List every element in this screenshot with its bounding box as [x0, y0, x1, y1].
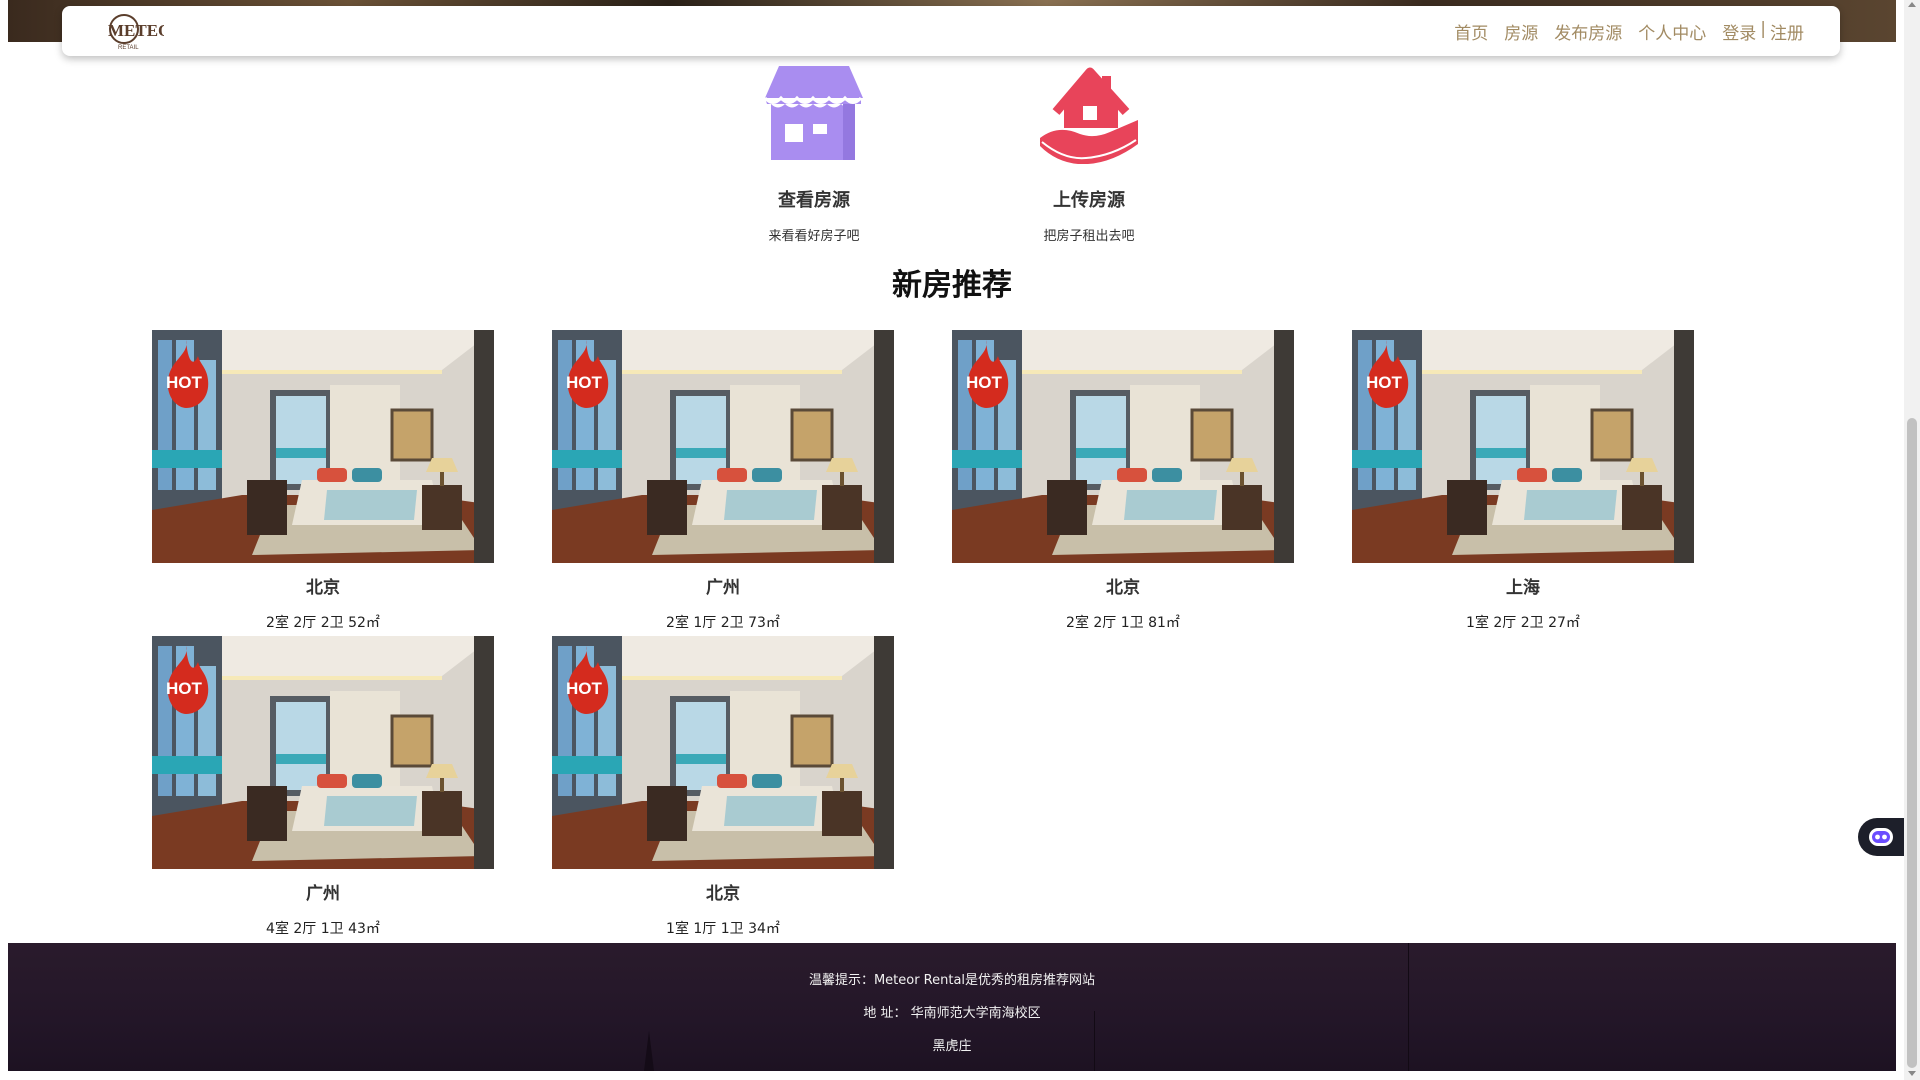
- site-logo[interactable]: METEOR RETAIL: [104, 8, 168, 54]
- house-city: 北京: [706, 884, 740, 904]
- top-navbar: METEOR RETAIL 首页 房源 发布房源 个人中心 登录 | 注册: [62, 6, 1840, 56]
- house-city: 北京: [1106, 578, 1140, 598]
- house-city: 北京: [306, 578, 340, 598]
- house-card[interactable]: HOT 北京 2室 2厅 1卫 81㎡: [952, 330, 1294, 632]
- house-layout: 1室 2厅 2卫 27㎡: [1466, 615, 1580, 631]
- house-photo[interactable]: HOT: [1352, 330, 1694, 563]
- footer-address: 地 址： 华南师范大学南海校区: [863, 1006, 1041, 1021]
- house-city: 广州: [306, 884, 340, 904]
- hot-fire-icon: HOT: [566, 646, 609, 714]
- nav-home[interactable]: 首页: [1454, 19, 1488, 44]
- house-card[interactable]: HOT 广州 4室 2厅 1卫 43㎡: [152, 636, 494, 938]
- hot-badge-label: HOT: [166, 679, 203, 698]
- house-photo[interactable]: HOT: [952, 330, 1294, 563]
- hot-badge-label: HOT: [166, 373, 203, 392]
- svg-text:METEOR: METEOR: [108, 21, 164, 40]
- house-photo[interactable]: HOT: [552, 330, 894, 563]
- hot-fire-icon: HOT: [1366, 340, 1409, 408]
- house-photo[interactable]: HOT: [152, 636, 494, 869]
- feature-upload-listing[interactable]: 上传房源 把房子租出去吧: [989, 64, 1189, 244]
- hot-fire-icon: HOT: [166, 340, 209, 408]
- site-footer: 温馨提示：Meteor Rental是优秀的租房推荐网站 地 址： 华南师范大学…: [8, 943, 1896, 1071]
- chat-assistant-button[interactable]: [1858, 818, 1904, 856]
- nav-login[interactable]: 登录: [1722, 19, 1756, 44]
- hot-badge-label: HOT: [966, 373, 1003, 392]
- house-card[interactable]: HOT 广州 2室 1厅 2卫 73㎡: [552, 330, 894, 632]
- hot-badge-label: HOT: [1366, 373, 1403, 392]
- feature-view-subtitle: 来看看好房子吧: [768, 229, 860, 244]
- house-in-hand-icon: [1040, 67, 1138, 164]
- page: METEOR RETAIL 首页 房源 发布房源 个人中心 登录 | 注册: [0, 0, 1920, 1080]
- feature-upload-subtitle: 把房子租出去吧: [1043, 229, 1135, 244]
- house-layout: 2室 1厅 2卫 73㎡: [666, 615, 780, 631]
- hot-badge-label: HOT: [566, 373, 603, 392]
- scroll-up-arrow-icon[interactable]: [1908, 2, 1916, 7]
- nav-profile[interactable]: 个人中心: [1638, 19, 1706, 44]
- section-title-new-houses: 新房推荐: [892, 268, 1012, 303]
- nav-publish[interactable]: 发布房源: [1554, 19, 1622, 44]
- hot-fire-icon: HOT: [566, 340, 609, 408]
- footer-owner: 黑虎庄: [932, 1039, 972, 1054]
- house-layout: 2室 2厅 1卫 81㎡: [1066, 615, 1180, 631]
- storefront-icon: [763, 66, 863, 160]
- house-city: 广州: [706, 578, 740, 598]
- house-photo[interactable]: HOT: [552, 636, 894, 869]
- feature-view-listings[interactable]: 查看房源 来看看好房子吧: [714, 64, 914, 244]
- house-city: 上海: [1506, 578, 1540, 598]
- feature-view-title: 查看房源: [778, 190, 850, 211]
- nav-register[interactable]: 注册: [1770, 19, 1804, 44]
- hot-fire-icon: HOT: [966, 340, 1009, 408]
- house-card[interactable]: HOT 北京 1室 1厅 1卫 34㎡: [552, 636, 894, 938]
- house-card[interactable]: HOT 上海 1室 2厅 2卫 27㎡: [1352, 330, 1694, 632]
- svg-text:RETAIL: RETAIL: [118, 45, 139, 51]
- feature-upload-title: 上传房源: [1053, 190, 1125, 211]
- house-layout: 1室 1厅 1卫 34㎡: [666, 921, 780, 937]
- hot-fire-icon: HOT: [166, 646, 209, 714]
- page-scrollbar-thumb[interactable]: [1907, 418, 1917, 1068]
- house-photo[interactable]: HOT: [152, 330, 494, 563]
- nav-links: 首页 房源 发布房源 个人中心 登录 | 注册: [1454, 19, 1804, 44]
- robot-face-icon: [1869, 828, 1893, 846]
- scroll-down-arrow-icon[interactable]: [1908, 1071, 1916, 1076]
- nav-separator: |: [1760, 18, 1766, 39]
- house-layout: 2室 2厅 2卫 52㎡: [266, 615, 380, 631]
- nav-listings[interactable]: 房源: [1504, 19, 1538, 44]
- house-card[interactable]: HOT 北京 2室 2厅 2卫 52㎡: [152, 330, 494, 632]
- house-layout: 4室 2厅 1卫 43㎡: [266, 921, 380, 937]
- nav-auth: 登录 | 注册: [1722, 19, 1804, 44]
- hot-badge-label: HOT: [566, 679, 603, 698]
- footer-tip: 温馨提示：Meteor Rental是优秀的租房推荐网站: [808, 973, 1096, 988]
